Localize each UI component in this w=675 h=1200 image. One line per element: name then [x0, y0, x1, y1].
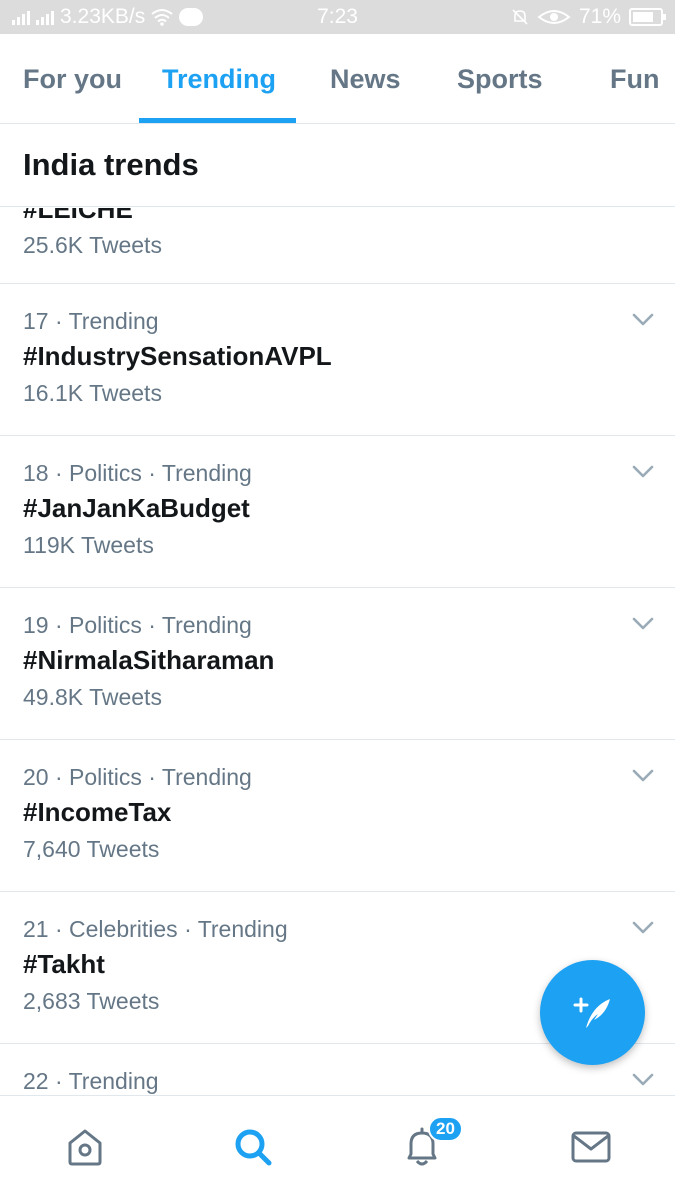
chevron-down-icon[interactable]: [631, 464, 655, 480]
trend-tweet-count: 25.6K Tweets: [23, 232, 162, 258]
section-header: India trends: [0, 125, 675, 207]
notification-count-badge: 20: [428, 1116, 463, 1142]
trend-tweet-count: 2,683 Tweets: [23, 988, 160, 1014]
trend-name: #IncomeTax: [23, 797, 172, 827]
bottom-navigation: 20: [0, 1095, 675, 1200]
trend-name: #Takht: [23, 949, 105, 979]
tab-fun[interactable]: Fun: [610, 64, 659, 95]
trend-meta: 19 · Politics · Trending: [23, 612, 252, 638]
chevron-down-icon[interactable]: [631, 312, 655, 328]
nav-home[interactable]: [60, 1122, 110, 1172]
explore-tabs: For you Trending News Sports Fun: [0, 34, 675, 124]
tab-news[interactable]: News: [330, 64, 401, 95]
trend-tweet-count: 119K Tweets: [23, 532, 154, 558]
tab-sports[interactable]: Sports: [457, 64, 543, 95]
trend-name: #IndustrySensationAVPL: [23, 341, 332, 371]
compose-tweet-icon: [573, 997, 610, 1028]
trend-tweet-count: 7,640 Tweets: [23, 836, 160, 862]
trend-item[interactable]: 18 · Politics · Trending #JanJanKaBudget…: [0, 436, 675, 588]
trend-meta: 18 · Politics · Trending: [23, 460, 252, 486]
trend-meta: 22 · Trending: [23, 1068, 159, 1094]
trend-name: #JanJanKaBudget: [23, 493, 250, 523]
silent-bell-icon: [512, 9, 528, 25]
trend-meta: 21 · Celebrities · Trending: [23, 916, 288, 942]
trend-item[interactable]: 19 · Politics · Trending #NirmalaSithara…: [0, 588, 675, 740]
tab-for-you[interactable]: For you: [23, 64, 122, 95]
active-tab-indicator: [139, 118, 296, 123]
battery-icon: [629, 8, 666, 26]
trend-tweet-count: 16.1K Tweets: [23, 380, 162, 406]
section-title: India trends: [23, 147, 199, 182]
chevron-down-icon[interactable]: [631, 1072, 655, 1088]
trend-item[interactable]: #LEICHE 25.6K Tweets: [0, 208, 675, 284]
trend-meta: 20 · Politics · Trending: [23, 764, 252, 790]
nav-messages[interactable]: [566, 1122, 616, 1172]
chevron-down-icon[interactable]: [631, 768, 655, 784]
trend-name: #LEICHE: [23, 208, 133, 224]
status-right: 71%: [511, 5, 666, 29]
search-icon: [235, 1129, 272, 1166]
trend-tweet-count: 49.8K Tweets: [23, 684, 162, 710]
eye-icon: [537, 10, 571, 24]
chevron-down-icon[interactable]: [631, 616, 655, 632]
trend-item[interactable]: 20 · Politics · Trending #IncomeTax 7,64…: [0, 740, 675, 892]
tab-trending[interactable]: Trending: [162, 64, 276, 95]
nav-search[interactable]: [228, 1122, 278, 1172]
trend-name: #NirmalaSitharaman: [23, 645, 275, 675]
status-bar: 3.23KB/s 7:23 71%: [0, 0, 675, 34]
trend-meta: 17 · Trending: [23, 308, 159, 334]
chevron-down-icon[interactable]: [631, 920, 655, 936]
messages-icon: [571, 1131, 611, 1163]
compose-tweet-button[interactable]: [540, 960, 645, 1065]
battery-percent: 71%: [578, 5, 621, 28]
trend-list: #LEICHE 25.6K Tweets 17 · Trending #Indu…: [0, 208, 675, 1095]
trend-item[interactable]: 17 · Trending #IndustrySensationAVPL 16.…: [0, 284, 675, 436]
home-icon: [68, 1129, 102, 1166]
